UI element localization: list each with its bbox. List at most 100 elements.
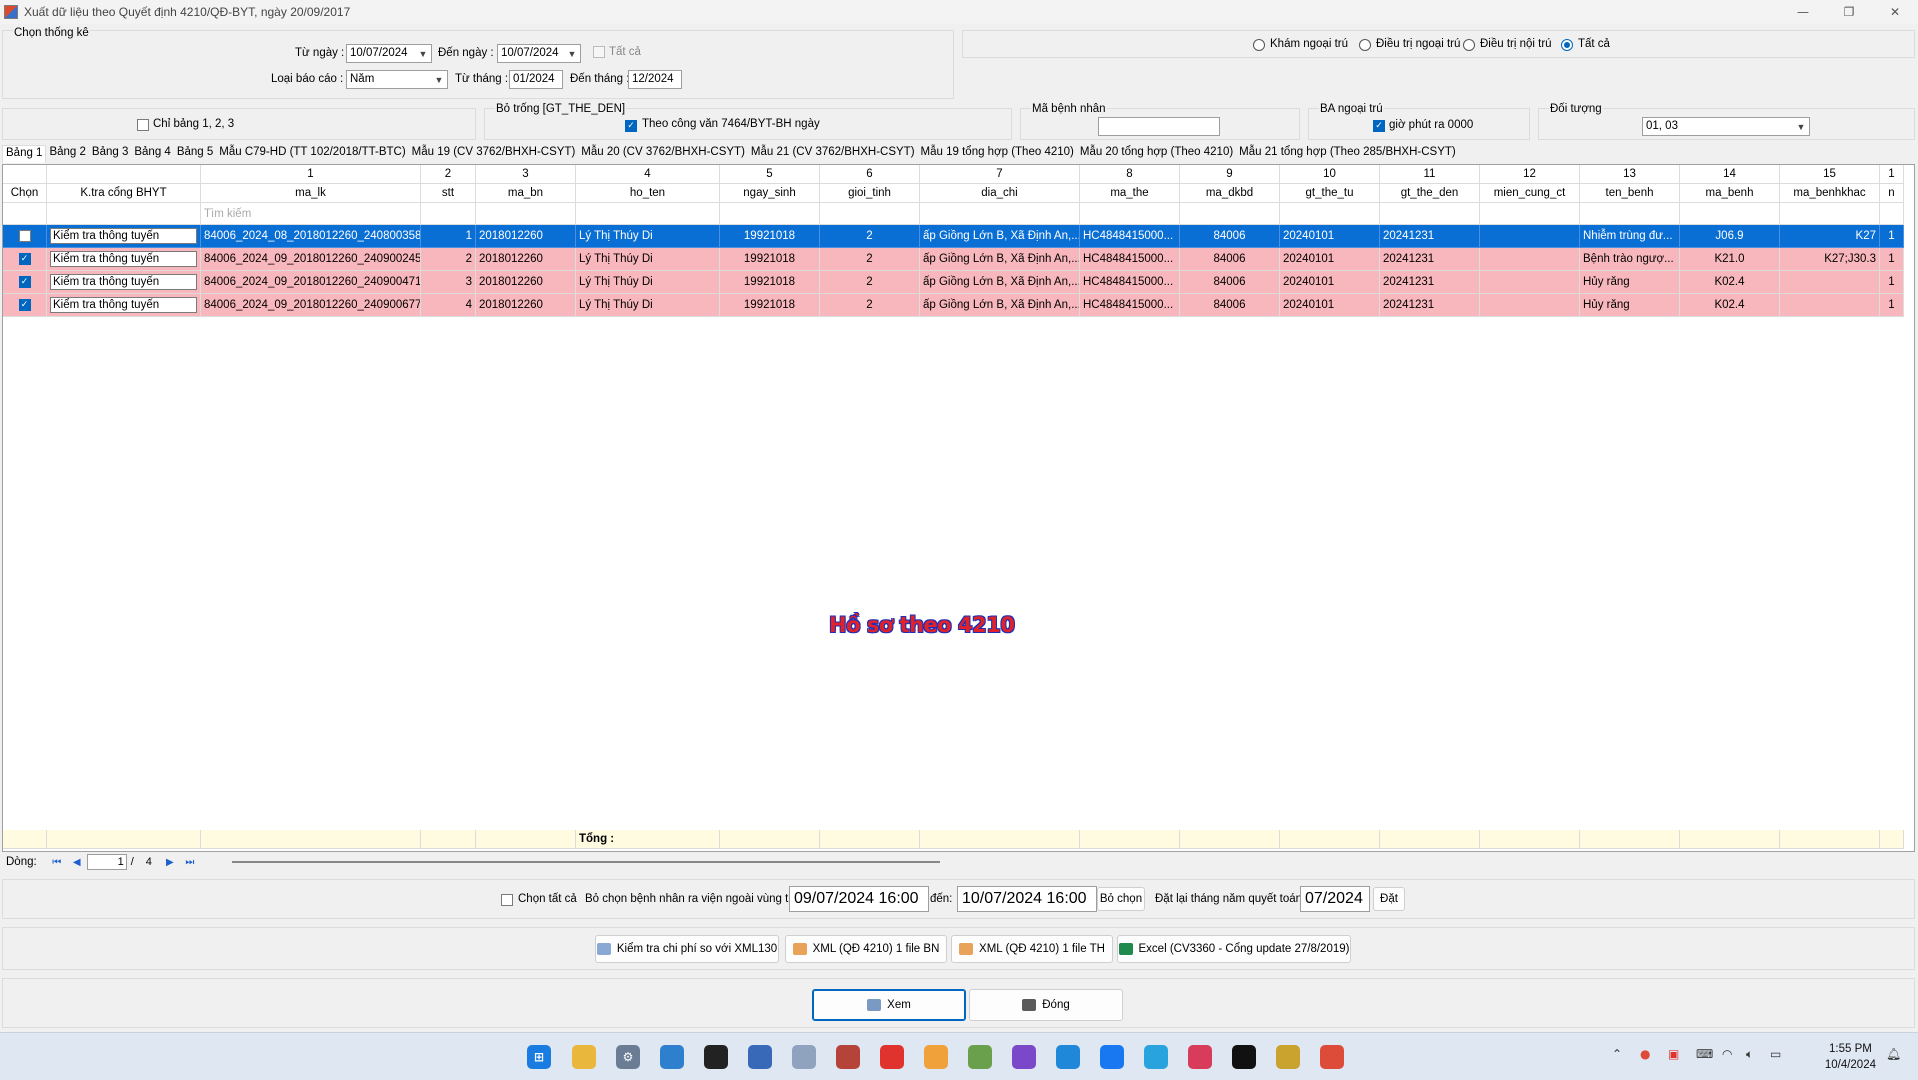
battery-icon[interactable]: ▭ (1770, 1047, 1781, 1061)
tab-mau-19[interactable]: Mẫu 19 (CV 3762/BHXH-CSYT) (409, 145, 579, 163)
xml-file-bn-button[interactable]: XML (QĐ 4210) 1 file BN (785, 935, 947, 963)
deselect-to-input[interactable]: 10/07/2024 16:00 (957, 886, 1097, 912)
radio-outpatient-treatment[interactable] (1359, 39, 1371, 51)
telegram-icon[interactable] (1144, 1045, 1168, 1069)
column-header-ma_lk[interactable]: ma_lk (201, 184, 421, 203)
column-header-stt[interactable]: stt (421, 184, 476, 203)
wifi-icon[interactable]: ◠ (1722, 1047, 1732, 1061)
column-header-ma_benh[interactable]: ma_benh (1680, 184, 1780, 203)
tab-mau-c79[interactable]: Mẫu C79-HD (TT 102/2018/TT-BTC) (216, 145, 408, 163)
tab-mau-20[interactable]: Mẫu 20 (CV 3762/BHXH-CSYT) (578, 145, 748, 163)
chrome-tray-icon[interactable]: ● (1640, 1047, 1650, 1061)
last-record-icon[interactable]: ⏭ (180, 857, 200, 868)
patient-code-input[interactable] (1098, 117, 1220, 136)
table-row[interactable]: ✓ Kiểm tra thông tuyến 84006_2024_09_20180… (3, 271, 1904, 294)
cell-check[interactable]: Kiểm tra thông tuyến (47, 248, 201, 271)
cell-check[interactable]: Kiểm tra thông tuyến (47, 294, 201, 317)
table-row[interactable]: ✓ Kiểm tra thông tuyến 84006_2024_09_20180… (3, 248, 1904, 271)
column-header-ma_the[interactable]: ma_the (1080, 184, 1180, 203)
to-month-input[interactable]: 12/2024 (628, 70, 682, 89)
cell-check[interactable]: Kiểm tra thông tuyến (47, 271, 201, 294)
column-header-n[interactable]: n (1880, 184, 1904, 203)
view-button[interactable]: Xem (812, 989, 966, 1021)
all-dates-checkbox[interactable] (593, 46, 605, 58)
row-select-checkbox[interactable]: ✓ (18, 276, 31, 288)
tray-chevron-icon[interactable]: ⌃ (1612, 1047, 1622, 1061)
tab-bang-5[interactable]: Bảng 5 (174, 145, 216, 163)
cell-checked[interactable]: ✓ (3, 294, 47, 317)
notification-bell-icon[interactable]: 🔔︎ (1886, 1047, 1901, 1061)
column-header-ma_benhkhac[interactable]: ma_benhkhac (1780, 184, 1880, 203)
close-button[interactable]: ✕ (1872, 0, 1918, 24)
xml-file-th-button[interactable]: XML (QĐ 4210) 1 file TH (951, 935, 1113, 963)
clock-app-icon[interactable] (836, 1045, 860, 1069)
current-record-input[interactable]: 1 (86, 854, 127, 870)
check-portal-cell[interactable]: Kiểm tra thông tuyến (50, 251, 197, 267)
report-type-select[interactable]: Năm ▼ (346, 70, 448, 89)
only-tables-checkbox[interactable] (137, 119, 149, 131)
minute-checkbox[interactable]: ✓ (1373, 120, 1385, 132)
column-header-ho_ten[interactable]: ho_ten (576, 184, 720, 203)
column-header-dia_chi[interactable]: dia_chi (920, 184, 1080, 203)
row-select-checkbox[interactable]: ✓ (18, 253, 31, 265)
cell-check[interactable]: Kiểm tra thông tuyến (47, 225, 201, 248)
next-record-icon[interactable]: ▶ (160, 857, 180, 868)
remote-app-icon[interactable] (1188, 1045, 1212, 1069)
settings-icon[interactable]: ⚙ (616, 1045, 640, 1069)
from-date-picker[interactable]: 10/07/2024 ▼ (346, 44, 432, 63)
first-record-icon[interactable]: ⏮ (47, 857, 67, 868)
column-header-mien_cung_ct[interactable]: mien_cung_ct (1480, 184, 1580, 203)
horizontal-scrollbar[interactable] (232, 861, 940, 863)
set-button[interactable]: Đặt (1373, 887, 1405, 911)
column-header-ten_benh[interactable]: ten_benh (1580, 184, 1680, 203)
minimize-button[interactable]: — (1780, 0, 1826, 24)
target-select[interactable]: 01, 03 ▼ (1642, 117, 1810, 136)
check-cost-xml130-button[interactable]: Kiểm tra chi phí so với XML130 (595, 935, 779, 963)
file-explorer-icon[interactable] (572, 1045, 596, 1069)
notepad-icon[interactable] (968, 1045, 992, 1069)
table-row[interactable]: Kiểm tra thông tuyến 84006_2024_08_201801… (3, 225, 1904, 248)
powershell-icon[interactable] (748, 1045, 772, 1069)
search-app-icon[interactable] (660, 1045, 684, 1069)
maximize-button[interactable]: ❐ (1826, 0, 1872, 24)
reset-month-input[interactable]: 07/2024 (1300, 886, 1370, 912)
cell-checked[interactable]: ✓ (3, 248, 47, 271)
column-header-ma_bn[interactable]: ma_bn (476, 184, 576, 203)
column-header-Chọn[interactable]: Chọn (3, 184, 47, 203)
archive-icon[interactable] (1276, 1045, 1300, 1069)
terminal-icon[interactable] (704, 1045, 728, 1069)
tab-bang-3[interactable]: Bảng 3 (89, 145, 131, 163)
tab-mau-20-tong-hop[interactable]: Mẫu 20 tổng hợp (Theo 4210) (1077, 145, 1236, 163)
deselect-from-input[interactable]: 09/07/2024 16:00 (789, 886, 929, 912)
cv-checkbox[interactable]: ✓ (625, 120, 637, 132)
zalo-icon[interactable] (1100, 1045, 1124, 1069)
windows-start-icon[interactable]: ⊞ (527, 1045, 551, 1069)
tab-mau-21-tong-hop[interactable]: Mẫu 21 tổng hợp (Theo 285/BHXH-CSYT) (1236, 145, 1459, 163)
cell-checked[interactable] (3, 225, 47, 248)
chrome-icon[interactable] (1320, 1045, 1344, 1069)
browser-app-icon[interactable] (924, 1045, 948, 1069)
chart-app-icon[interactable] (792, 1045, 816, 1069)
column-header-gt_the_den[interactable]: gt_the_den (1380, 184, 1480, 203)
check-portal-cell[interactable]: Kiểm tra thông tuyến (50, 274, 197, 290)
column-header-K.tra cổng BHYT[interactable]: K.tra cổng BHYT (47, 184, 201, 203)
tab-bang-1[interactable]: Bảng 1 (2, 145, 47, 163)
taskbar-clock[interactable]: 1:55 PM 10/4/2024 (1825, 1041, 1876, 1073)
radio-outpatient-exam[interactable] (1253, 39, 1265, 51)
column-header-ma_dkbd[interactable]: ma_dkbd (1180, 184, 1280, 203)
row-select-checkbox[interactable] (18, 230, 31, 242)
column-header-ngay_sinh[interactable]: ngay_sinh (720, 184, 820, 203)
deselect-button[interactable]: Bỏ chọn (1097, 887, 1145, 911)
select-all-checkbox[interactable] (501, 894, 513, 906)
sublime-icon[interactable] (880, 1045, 904, 1069)
rider-icon[interactable] (1232, 1045, 1256, 1069)
tab-bang-4[interactable]: Bảng 4 (131, 145, 173, 163)
row-select-checkbox[interactable]: ✓ (18, 299, 31, 311)
tab-mau-19-tong-hop[interactable]: Mẫu 19 tổng hợp (Theo 4210) (918, 145, 1077, 163)
column-header-gt_the_tu[interactable]: gt_the_tu (1280, 184, 1380, 203)
keyboard-icon[interactable]: ⌨ (1696, 1047, 1713, 1061)
tab-bang-2[interactable]: Bảng 2 (46, 145, 88, 163)
excel-export-button[interactable]: Excel (CV3360 - Cổng update 27/8/2019) (1117, 935, 1351, 963)
radio-inpatient-treatment[interactable] (1463, 39, 1475, 51)
radio-all[interactable] (1561, 39, 1573, 51)
